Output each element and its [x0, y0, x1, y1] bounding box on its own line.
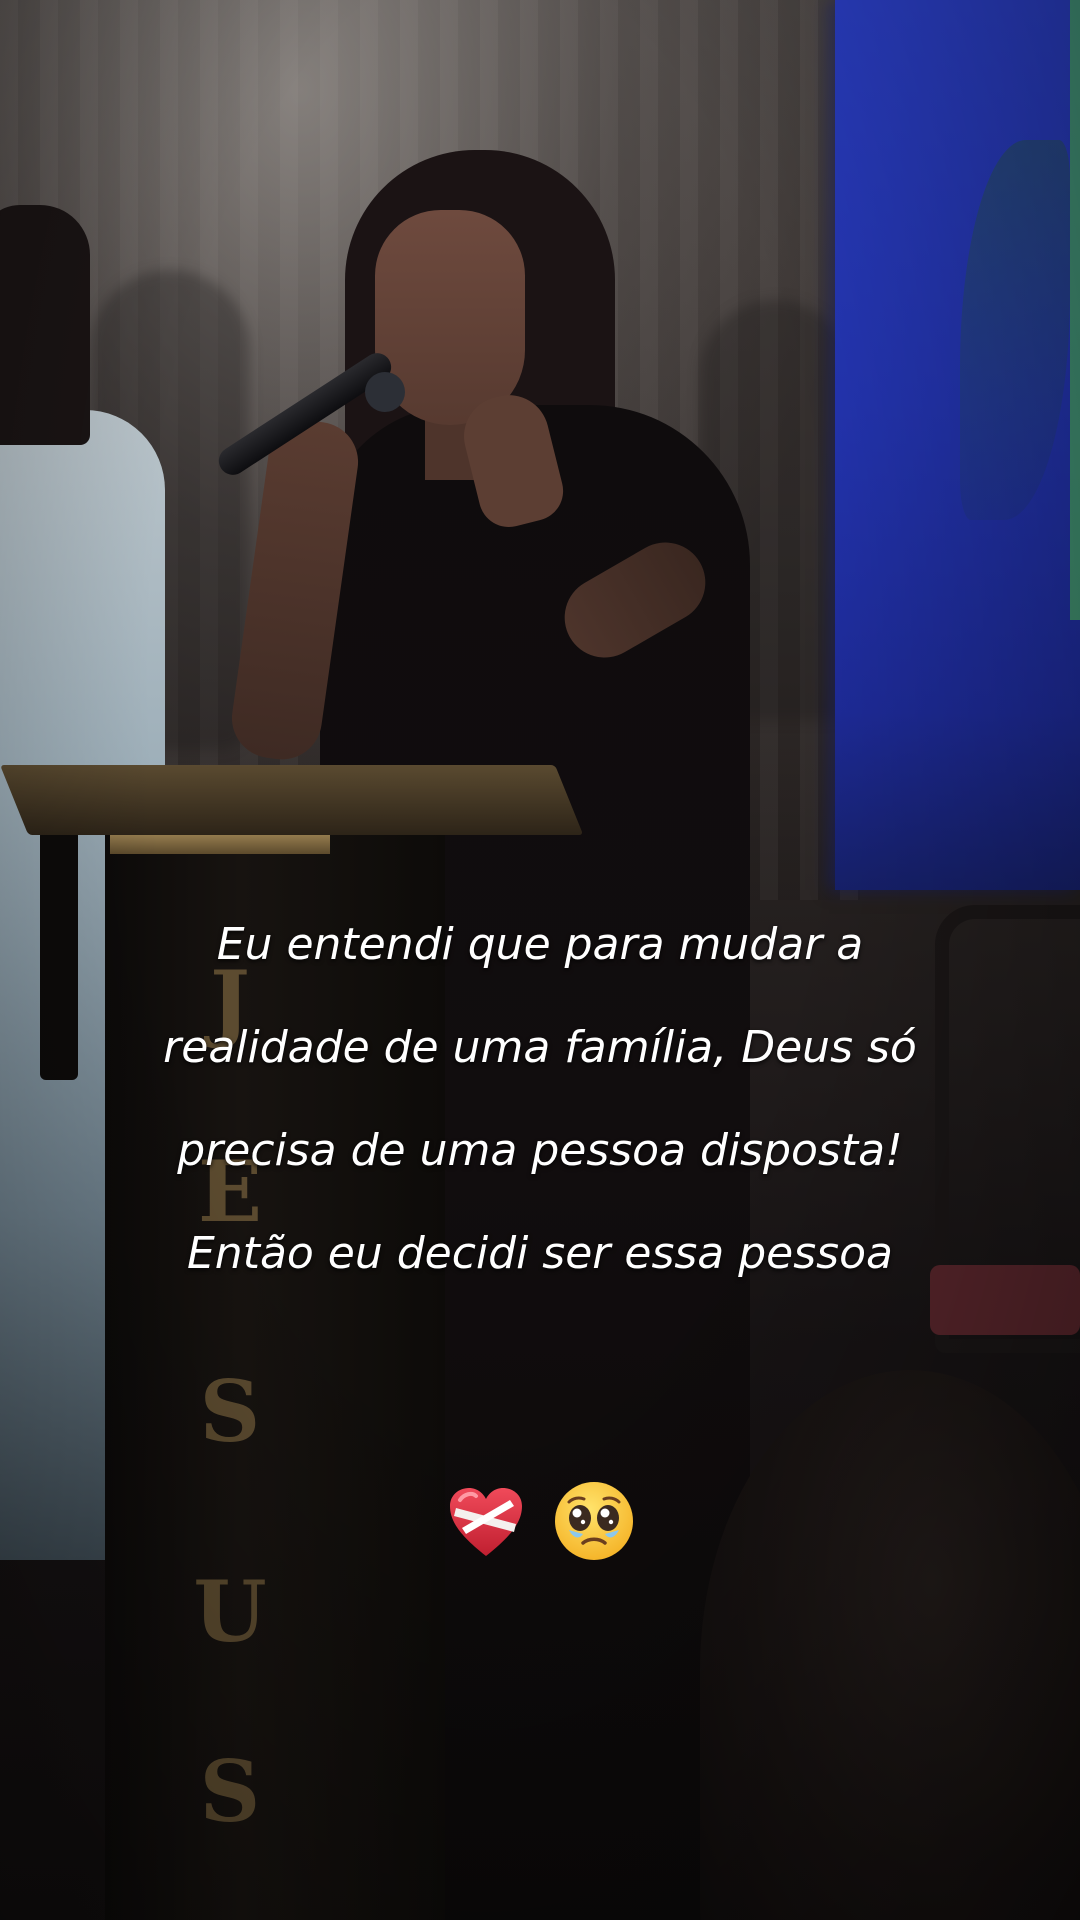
- mending-heart-icon-svg: [450, 1488, 523, 1556]
- pleading-face-icon: [551, 1478, 637, 1564]
- caption-line: Eu entendi que para mudar a: [216, 919, 864, 970]
- emoji-row: [0, 1478, 1080, 1568]
- caption-text: Eu entendi que para mudar a realidade de…: [60, 893, 1020, 1305]
- caption-line: precisa de uma pessoa disposta!: [177, 1125, 903, 1176]
- caption-line: realidade de uma família, Deus só: [163, 1022, 917, 1073]
- caption-line: Então eu decidi ser essa pessoa: [187, 1228, 893, 1279]
- pleading-face-icon-svg: [554, 1482, 633, 1560]
- video-frame: J E S U S Eu entendi que para mudar a re…: [0, 0, 1080, 1920]
- mending-heart-icon: [443, 1478, 529, 1564]
